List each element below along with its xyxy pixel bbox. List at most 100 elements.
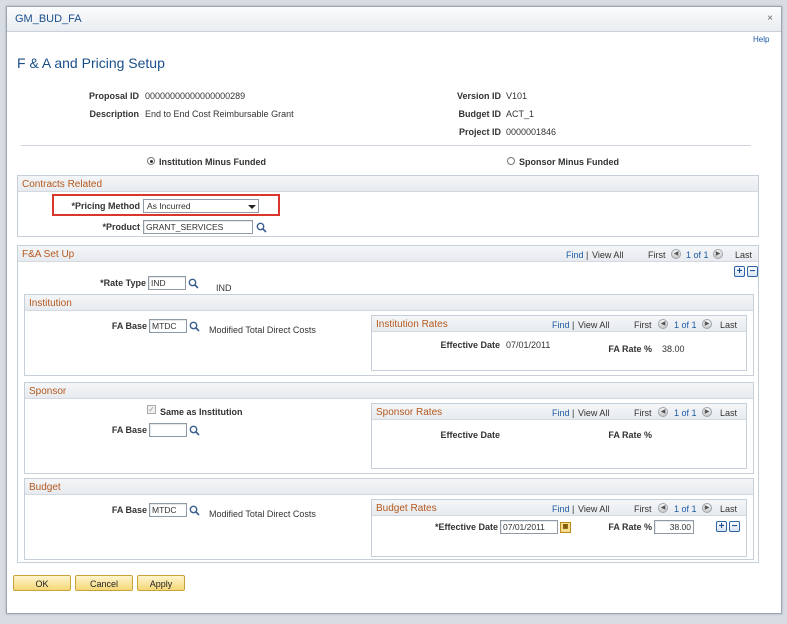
pricing-method-value: As Incurred — [147, 201, 191, 211]
institution-fa-base-label: FA Base — [111, 321, 147, 331]
institution-fa-rate-label: FA Rate % — [608, 344, 652, 354]
same-as-institution-checkbox[interactable]: ✓ — [147, 405, 156, 414]
budget-section: Budget FA Base Modified Total Direct Cos… — [24, 478, 754, 560]
description-value: End to End Cost Reimbursable Grant — [145, 109, 294, 119]
fa-setup-title: F&A Set Up — [22, 249, 75, 260]
version-id-value: V101 — [506, 91, 528, 101]
proposal-id-label: Proposal ID — [88, 91, 139, 101]
delete-row-button[interactable]: − — [747, 266, 758, 277]
previous-arrow-icon[interactable]: ◀ — [671, 249, 681, 259]
window-title: GM_BUD_FA — [15, 13, 82, 25]
sponsor-rates-row-count: 1 of 1 — [674, 408, 697, 418]
sponsor-fa-rate-label: FA Rate % — [608, 430, 652, 440]
next-arrow-icon[interactable]: ▶ — [702, 319, 712, 329]
modal-window: GM_BUD_FA × Help F & A and Pricing Setup… — [6, 6, 782, 614]
rate-type-label: *Rate Type — [100, 278, 146, 288]
budget-id-label: Budget ID — [458, 109, 502, 119]
institution-minus-funded-label: Institution Minus Funded — [159, 157, 266, 167]
budget-rates-row-count: 1 of 1 — [674, 504, 697, 514]
title-bar: GM_BUD_FA × — [7, 7, 781, 32]
add-row-button[interactable]: + — [716, 521, 727, 532]
budget-fa-rate-label: FA Rate % — [608, 522, 652, 532]
sponsor-header: Sponsor — [25, 383, 753, 399]
close-icon[interactable]: × — [765, 13, 775, 24]
institution-effective-date-value: 07/01/2011 — [506, 340, 551, 350]
previous-arrow-icon[interactable]: ◀ — [658, 319, 668, 329]
institution-rates-row-count: 1 of 1 — [674, 320, 697, 330]
help-link[interactable]: Help — [753, 35, 769, 44]
delete-row-button[interactable]: − — [729, 521, 740, 532]
previous-arrow-icon[interactable]: ◀ — [658, 407, 668, 417]
rate-type-description: IND — [216, 283, 232, 293]
sponsor-rates-title: Sponsor Rates — [376, 407, 443, 418]
fa-setup-row-count: 1 of 1 — [686, 250, 709, 260]
next-arrow-icon[interactable]: ▶ — [702, 407, 712, 417]
next-arrow-icon[interactable]: ▶ — [702, 503, 712, 513]
budget-rates-last-label: Last — [720, 504, 738, 514]
search-icon[interactable] — [188, 278, 199, 289]
institution-rates-nav-separator: | — [572, 320, 575, 330]
budget-rates-nav-separator: | — [572, 504, 575, 514]
search-icon[interactable] — [189, 505, 200, 516]
ok-button[interactable]: OK — [13, 575, 71, 591]
search-icon[interactable] — [256, 222, 267, 233]
search-icon[interactable] — [189, 321, 200, 332]
page-title: F & A and Pricing Setup — [17, 55, 165, 71]
institution-rates-grid: Institution Rates Find | View All First … — [371, 315, 747, 371]
institution-rates-last-label: Last — [720, 320, 738, 330]
product-input[interactable] — [143, 220, 253, 234]
budget-effective-date-input[interactable] — [500, 520, 558, 534]
pricing-method-select[interactable]: As Incurred — [143, 199, 259, 213]
product-label: *Product — [102, 222, 140, 232]
previous-arrow-icon[interactable]: ◀ — [658, 503, 668, 513]
rate-type-input[interactable] — [148, 276, 186, 290]
project-id-value: 0000001846 — [506, 127, 557, 137]
institution-header: Institution — [25, 295, 753, 311]
sponsor-fa-base-input[interactable] — [149, 423, 187, 437]
sponsor-rates-last-label: Last — [720, 408, 738, 418]
sponsor-rates-nav-separator: | — [572, 408, 575, 418]
institution-fa-base-description: Modified Total Direct Costs — [209, 325, 316, 335]
budget-fa-rate-input[interactable] — [654, 520, 694, 534]
add-row-button[interactable]: + — [734, 266, 745, 277]
budget-rates-view-all-link[interactable]: View All — [578, 504, 609, 514]
fa-setup-find-link[interactable]: Find — [566, 250, 584, 260]
budget-rates-title: Budget Rates — [376, 503, 437, 514]
same-as-institution-label: Same as Institution — [160, 407, 243, 417]
institution-rates-find-link[interactable]: Find — [552, 320, 570, 330]
fa-setup-nav-separator: | — [586, 250, 589, 260]
cancel-button[interactable]: Cancel — [75, 575, 133, 591]
fa-setup-header: F&A Set Up — [18, 246, 758, 262]
institution-section: Institution FA Base Modified Total Direc… — [24, 294, 754, 376]
fa-setup-view-all-link[interactable]: View All — [592, 250, 623, 260]
apply-button[interactable]: Apply — [137, 575, 185, 591]
project-id-label: Project ID — [458, 127, 501, 137]
pricing-method-label: *Pricing Method — [71, 201, 140, 211]
header-divider — [21, 145, 751, 146]
budget-fa-base-input[interactable] — [149, 503, 187, 517]
description-label: Description — [89, 109, 139, 119]
fa-setup-section: F&A Set Up Find | View All First ◀ 1 of … — [17, 245, 759, 563]
calendar-icon[interactable]: ▦ — [560, 522, 571, 533]
sponsor-minus-funded-radio[interactable] — [507, 157, 515, 165]
budget-rates-first-label: First — [634, 504, 652, 514]
sponsor-rates-find-link[interactable]: Find — [552, 408, 570, 418]
budget-title: Budget — [29, 482, 61, 493]
search-icon[interactable] — [189, 425, 200, 436]
institution-minus-funded-radio[interactable] — [147, 157, 155, 165]
chevron-down-icon — [248, 205, 256, 209]
contracts-related-header: Contracts Related — [18, 176, 758, 192]
institution-rates-view-all-link[interactable]: View All — [578, 320, 609, 330]
institution-effective-date-label: Effective Date — [440, 340, 500, 350]
institution-rates-title: Institution Rates — [376, 319, 448, 330]
institution-fa-base-input[interactable] — [149, 319, 187, 333]
sponsor-rates-first-label: First — [634, 408, 652, 418]
sponsor-title: Sponsor — [29, 386, 67, 397]
sponsor-effective-date-label: Effective Date — [440, 430, 500, 440]
budget-rates-find-link[interactable]: Find — [552, 504, 570, 514]
budget-fa-base-label: FA Base — [111, 505, 147, 515]
sponsor-rates-view-all-link[interactable]: View All — [578, 408, 609, 418]
next-arrow-icon[interactable]: ▶ — [713, 249, 723, 259]
budget-effective-date-label: *Effective Date — [434, 522, 498, 532]
sponsor-rates-grid: Sponsor Rates Find | View All First ◀ 1 … — [371, 403, 747, 469]
